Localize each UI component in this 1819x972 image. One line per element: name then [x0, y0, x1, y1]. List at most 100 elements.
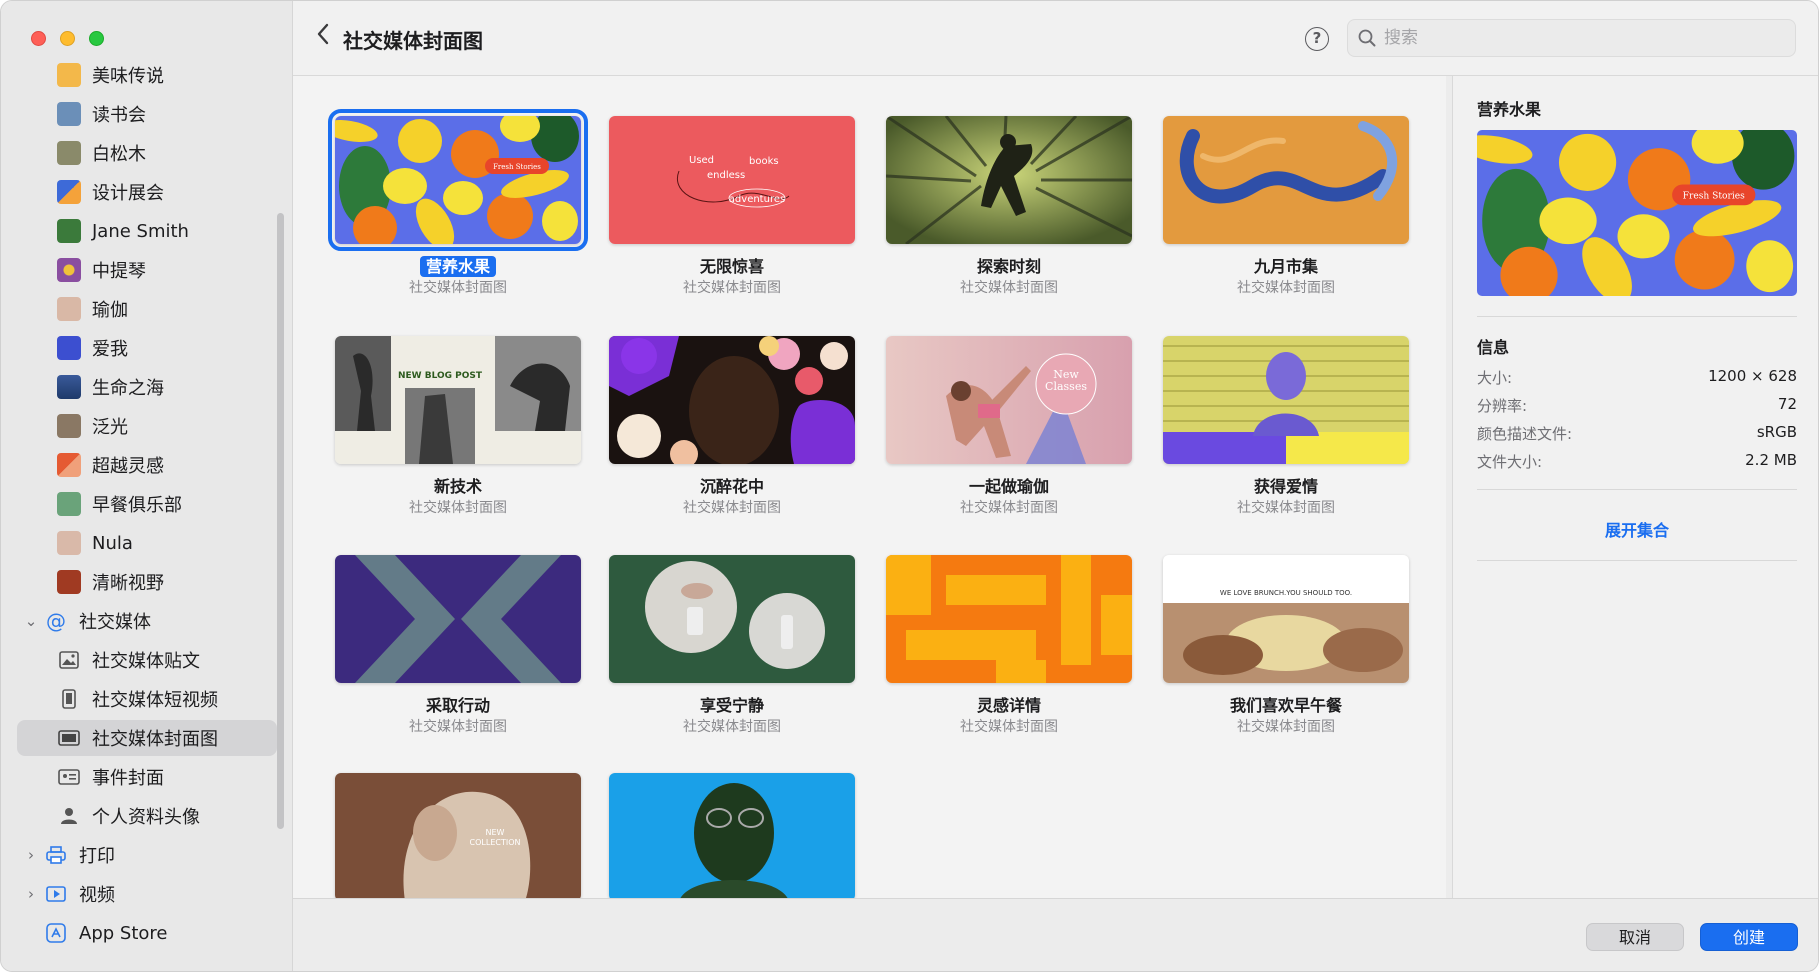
back-button[interactable] — [309, 23, 337, 53]
template-card[interactable]: NEW BLOG POST 新技术 社交媒体封面图 — [335, 336, 581, 517]
sidebar-item-label: App Store — [79, 922, 168, 944]
template-card[interactable]: 灵感详情 社交媒体封面图 — [886, 555, 1132, 736]
template-thumbnail — [886, 555, 1132, 683]
sidebar-item-social-post[interactable]: 社交媒体贴文 — [1, 642, 293, 678]
template-thumbnail — [57, 63, 81, 87]
chevron-right-icon[interactable]: › — [23, 846, 39, 864]
divider — [1477, 316, 1797, 317]
sidebar-item-app-store[interactable]: App Store — [1, 915, 293, 951]
selected-template-preview: Fresh Stories — [1477, 130, 1797, 296]
sidebar-item-label: 设计展会 — [92, 183, 164, 204]
sidebar-item-template[interactable]: 读书会 — [1, 96, 293, 132]
sidebar-item-label: 美味传说 — [92, 66, 164, 87]
template-thumbnail — [57, 375, 81, 399]
template-card[interactable]: 探索时刻 社交媒体封面图 — [886, 116, 1132, 297]
sidebar-item-template[interactable]: 爱我 — [1, 330, 293, 366]
sidebar-item-template[interactable]: 白松木 — [1, 135, 293, 171]
template-category: 社交媒体封面图 — [960, 500, 1058, 516]
info-section-heading: 信息 — [1477, 338, 1510, 357]
sidebar-item-template[interactable]: 美味传说 — [1, 63, 293, 93]
template-card[interactable]: WE LOVE BRUNCH.YOU SHOULD TOO. 我们喜欢早午餐 社… — [1163, 555, 1409, 736]
template-thumbnail: WE LOVE BRUNCH.YOU SHOULD TOO. — [1163, 555, 1409, 683]
template-thumbnail — [57, 570, 81, 594]
sidebar-item-template[interactable]: 中提琴 — [1, 252, 293, 288]
template-card[interactable]: 沉醉花中 社交媒体封面图 — [609, 336, 855, 517]
minimize-window-button[interactable] — [60, 31, 75, 46]
create-button[interactable]: 创建 — [1700, 923, 1798, 951]
template-thumbnail: Used books endless adventures — [609, 116, 855, 244]
template-thumbnail: Fresh Stories — [328, 109, 588, 251]
sidebar-item-template[interactable]: 清晰视野 — [1, 564, 293, 600]
sidebar-group-social[interactable]: ⌄ @ 社交媒体 — [1, 603, 293, 639]
sidebar-group-label: 视频 — [79, 885, 115, 906]
template-thumbnail — [886, 116, 1132, 244]
template-name: 九月市集 — [1253, 257, 1318, 276]
svg-text:WE LOVE BRUNCH.YOU SHOULD TOO.: WE LOVE BRUNCH.YOU SHOULD TOO. — [1220, 589, 1352, 597]
sidebar-item-label: 早餐俱乐部 — [92, 495, 182, 516]
chevron-down-icon[interactable]: ⌄ — [23, 612, 39, 630]
template-thumbnail — [57, 336, 81, 360]
template-card[interactable]: 获得爱情 社交媒体封面图 — [1163, 336, 1409, 517]
sidebar-item-label: 泛光 — [92, 417, 128, 438]
template-card[interactable]: 九月市集 社交媒体封面图 — [1163, 116, 1409, 297]
sidebar-item-label: 社交媒体短视频 — [92, 690, 218, 711]
sidebar-item-template[interactable]: Jane Smith — [1, 213, 293, 249]
sidebar-item-template[interactable]: 超越灵感 — [1, 447, 293, 483]
sidebar-group-video[interactable]: › 视频 — [1, 876, 293, 912]
template-thumbnail: NEW COLLECTION — [335, 773, 581, 898]
info-row-color-profile: 颜色描述文件: sRGB — [1477, 423, 1797, 443]
sidebar-item-template[interactable]: 设计展会 — [1, 174, 293, 210]
sidebar-item-label: 社交媒体贴文 — [92, 651, 200, 672]
card-icon — [57, 765, 81, 789]
template-category: 社交媒体封面图 — [683, 280, 781, 296]
sidebar-item-event-cover[interactable]: 事件封面 — [1, 759, 293, 795]
close-window-button[interactable] — [31, 31, 46, 46]
template-name: 享受宁静 — [699, 696, 764, 715]
help-button[interactable]: ? — [1305, 27, 1329, 51]
template-card[interactable]: 采取行动 社交媒体封面图 — [335, 555, 581, 736]
template-card[interactable]: Fresh Stories 营养水果 社交媒体封面图 — [328, 109, 588, 297]
template-name: 营养水果 — [419, 256, 496, 277]
template-category: 社交媒体封面图 — [1237, 719, 1335, 735]
template-category: 社交媒体封面图 — [409, 719, 507, 735]
template-category: 社交媒体封面图 — [1237, 280, 1335, 296]
template-name: 沉醉花中 — [699, 477, 764, 496]
template-thumbnail — [57, 258, 81, 282]
template-thumbnail — [57, 492, 81, 516]
svg-text:COLLECTION: COLLECTION — [470, 838, 521, 847]
sidebar-group-print[interactable]: › 打印 — [1, 837, 293, 873]
cancel-button[interactable]: 取消 — [1586, 923, 1684, 951]
search-field[interactable] — [1347, 19, 1796, 57]
sidebar-item-template[interactable]: 生命之海 — [1, 369, 293, 405]
sidebar-item-template[interactable]: 泛光 — [1, 408, 293, 444]
template-name: 新技术 — [433, 477, 482, 496]
svg-text:books: books — [749, 156, 779, 167]
sidebar-item-social-video[interactable]: 社交媒体短视频 — [1, 681, 293, 717]
template-thumbnail — [57, 141, 81, 165]
sidebar-item-profile-avatar[interactable]: 个人资料头像 — [1, 798, 293, 834]
template-name: 一起做瑜伽 — [968, 477, 1049, 496]
sidebar-item-social-cover[interactable]: 社交媒体封面图 — [1, 720, 293, 756]
template-gallery: Fresh Stories 营养水果 社交媒体封面图 Used books en… — [293, 76, 1446, 898]
template-card[interactable]: 享受宁静 社交媒体封面图 — [609, 555, 855, 736]
page-title: 社交媒体封面图 — [343, 29, 483, 53]
template-card[interactable]: Used books endless adventures 无限惊喜 社交媒体封… — [609, 116, 855, 297]
template-thumbnail: New Classes — [886, 336, 1132, 464]
sidebar-item-label: 读书会 — [92, 105, 146, 126]
template-thumbnail — [57, 414, 81, 438]
sidebar-item-template[interactable]: 早餐俱乐部 — [1, 486, 293, 522]
template-card[interactable] — [609, 773, 855, 898]
template-card[interactable]: NEW COLLECTION — [335, 773, 581, 898]
template-card[interactable]: New Classes 一起做瑜伽 社交媒体封面图 — [886, 336, 1132, 517]
sidebar-item-template[interactable]: 瑜伽 — [1, 291, 293, 327]
template-thumbnail — [57, 219, 81, 243]
chevron-right-icon[interactable]: › — [23, 885, 39, 903]
person-icon — [57, 804, 81, 828]
svg-text:Fresh Stories: Fresh Stories — [1683, 192, 1745, 202]
sidebar-scrollbar[interactable] — [277, 213, 284, 829]
zoom-window-button[interactable] — [89, 31, 104, 46]
sidebar-item-template[interactable]: Nula — [1, 525, 293, 561]
search-input[interactable] — [1384, 28, 1784, 48]
expand-collection-link[interactable]: 展开集合 — [1477, 517, 1797, 541]
template-category: 社交媒体封面图 — [409, 500, 507, 516]
